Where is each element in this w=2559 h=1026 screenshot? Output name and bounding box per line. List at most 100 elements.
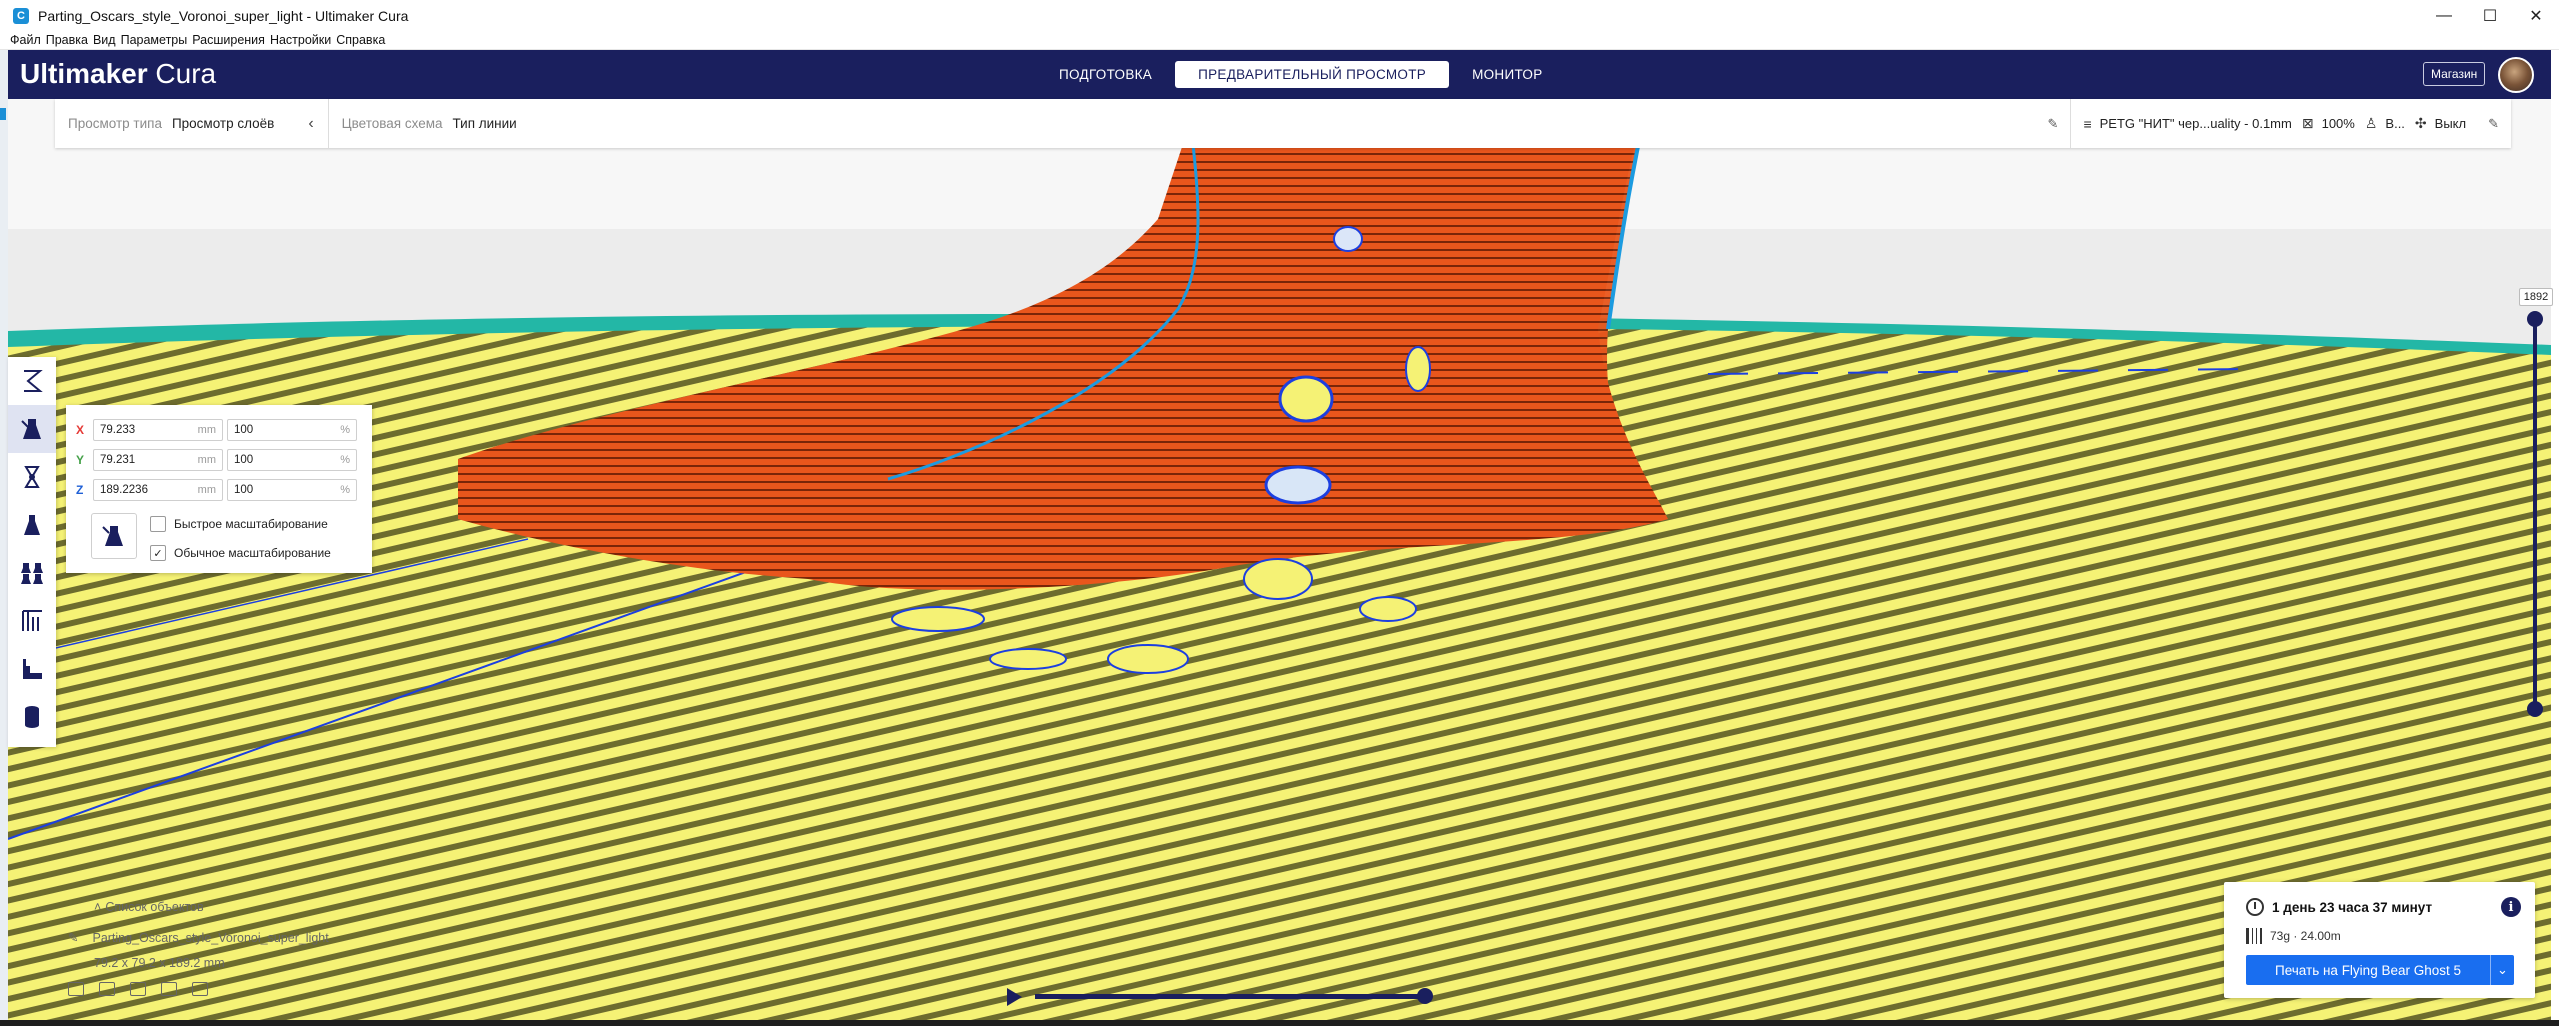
rotate-tool-button[interactable] <box>8 453 56 501</box>
z-size-input[interactable]: 189.2236 mm <box>93 479 223 501</box>
current-layer-field[interactable]: 1892 <box>2519 288 2553 306</box>
scale-row-z: Z 189.2236 mm 100% <box>76 479 357 501</box>
user-avatar[interactable] <box>2498 57 2534 93</box>
title-bar: C Parting_Oscars_style_Voronoi_super_lig… <box>0 0 2559 31</box>
support-value: В... <box>2385 116 2405 131</box>
axis-x-label: X <box>76 423 85 437</box>
snap-scaling-label: Быстрое масштабирование <box>174 517 328 531</box>
mirror-tool-button[interactable] <box>8 501 56 549</box>
cylinder-tool-button[interactable] <box>8 693 56 741</box>
cura-app-icon: C <box>13 7 29 24</box>
minimize-button[interactable]: — <box>2421 0 2467 31</box>
object-dimensions: 79.2 x 79.2 x 189.2 mm <box>94 956 225 970</box>
color-scheme-dropdown[interactable]: Тип линии <box>453 116 517 131</box>
support-icon: ♙ <box>2364 115 2378 131</box>
snap-scaling-option[interactable]: Быстрое масштабирование <box>150 515 328 533</box>
menu-view[interactable]: Вид <box>93 33 116 47</box>
object-name-row[interactable]: ✎ Parting_Oscars_style_Voronoi_super_lig… <box>68 930 329 946</box>
3d-viewport[interactable] <box>8 99 2551 1020</box>
brand-logo: Ultimaker Cura <box>20 58 217 89</box>
chevron-icon: ˄ <box>94 900 102 914</box>
window-title: Parting_Oscars_style_Voronoi_super_light… <box>38 7 409 24</box>
close-button[interactable]: ✕ <box>2513 0 2559 31</box>
scale-row-y: Y 79.231 mm 100% <box>76 449 357 471</box>
tab-monitor[interactable]: МОНИТОР <box>1449 61 1565 88</box>
tab-preview[interactable]: ПРЕДВАРИТЕЛЬНЫЙ ПРОСМОТР <box>1175 61 1450 88</box>
view-front-icon[interactable] <box>99 982 115 996</box>
tool-bar <box>8 357 56 747</box>
info-icon[interactable]: i <box>2501 897 2521 917</box>
pencil-icon[interactable]: ✎ <box>2048 116 2059 132</box>
move-tool-button[interactable] <box>8 357 56 405</box>
app-header: Ultimaker Cura ПОДГОТОВКА ПРЕДВАРИТЕЛЬНЫ… <box>8 50 2551 99</box>
snap-scaling-checkbox[interactable] <box>150 516 166 532</box>
axis-y-label: Y <box>76 453 85 467</box>
print-time: 1 день 23 часа 37 минут <box>2246 898 2432 916</box>
layer-slider-lower-handle[interactable] <box>2527 701 2543 717</box>
chevron-down-icon[interactable]: ⌄ <box>2490 955 2514 985</box>
layer-view-render <box>8 99 2551 1020</box>
taskbar-edge <box>0 1020 2559 1026</box>
z-percent-input[interactable]: 100% <box>227 479 357 501</box>
tab-prepare[interactable]: ПОДГОТОВКА <box>1036 61 1175 88</box>
maximize-button[interactable]: ☐ <box>2467 0 2513 31</box>
per-model-settings-button[interactable] <box>8 549 56 597</box>
menu-edit[interactable]: Правка <box>46 33 88 47</box>
view-right-icon[interactable] <box>192 982 208 996</box>
print-panel: 1 день 23 часа 37 минут i 73g · 24.00m П… <box>2224 882 2535 998</box>
layer-slider-upper-handle[interactable] <box>2527 311 2543 327</box>
scale-model-icon <box>102 526 123 546</box>
lay-flat-icon <box>23 659 42 679</box>
spool-icon <box>2246 928 2262 944</box>
pencil-icon: ✎ <box>68 931 79 945</box>
view-3d-icon[interactable] <box>68 982 84 996</box>
reset-scale-button[interactable] <box>91 513 137 559</box>
lay-flat-button[interactable] <box>8 645 56 693</box>
y-size-input[interactable]: 79.231 mm <box>93 449 223 471</box>
print-settings-summary[interactable]: ✎ ≡ PETG "НИТ" чер...uality - 0.1mm ⊠ 10… <box>2036 99 2511 148</box>
x-size-input[interactable]: 79.233 mm <box>93 419 223 441</box>
profile-icon: ≡ <box>2083 115 2092 132</box>
uniform-scaling-checkbox[interactable]: ✓ <box>150 545 166 561</box>
view-left-icon[interactable] <box>161 982 177 996</box>
cylinder-icon <box>25 706 39 728</box>
path-slider-handle[interactable] <box>1417 988 1433 1004</box>
view-type-dropdown[interactable]: Просмотр слоёв <box>172 116 274 131</box>
divider <box>2070 99 2072 148</box>
play-simulation-button[interactable] <box>1007 988 1022 1006</box>
uniform-scaling-option[interactable]: ✓ Обычное масштабирование <box>150 544 331 562</box>
path-slider-track[interactable] <box>1035 994 1425 999</box>
clock-icon <box>2246 898 2264 916</box>
menu-file[interactable]: Файл <box>10 33 41 47</box>
axis-z-label: Z <box>76 483 84 497</box>
chevron-left-icon[interactable]: ‹ <box>308 115 313 133</box>
per-model-icon <box>21 563 43 584</box>
object-name: Parting_Oscars_style_Voronoi_super_light <box>92 930 329 945</box>
view-top-icon[interactable] <box>130 982 146 996</box>
scale-tool-button[interactable] <box>8 405 56 453</box>
print-button[interactable]: Печать на Flying Bear Ghost 5 ⌄ <box>2246 955 2514 985</box>
window-controls: — ☐ ✕ <box>2421 0 2559 31</box>
menu-preferences[interactable]: Настройки <box>270 33 331 47</box>
move-icon <box>24 370 43 392</box>
object-list-header[interactable]: ˄ Список объектов <box>94 900 204 914</box>
x-percent-input[interactable]: 100% <box>227 419 357 441</box>
infill-value: 100% <box>2321 116 2355 131</box>
menu-settings[interactable]: Параметры <box>121 33 188 47</box>
adhesion-icon: ✣ <box>2414 115 2427 131</box>
divider <box>327 99 329 148</box>
menu-extensions[interactable]: Расширения <box>192 33 265 47</box>
pencil-icon[interactable]: ✎ <box>2488 116 2499 132</box>
support-blocker-button[interactable] <box>8 597 56 645</box>
menu-help[interactable]: Справка <box>336 33 385 47</box>
adhesion-value: Выкл <box>2434 116 2467 131</box>
scale-row-x: X 79.233 mm 100% <box>76 419 357 441</box>
marketplace-button[interactable]: Магазин <box>2423 62 2486 86</box>
view-type-label: Просмотр типа <box>68 116 162 131</box>
color-scheme-label: Цветовая схема <box>341 116 443 131</box>
y-percent-input[interactable]: 100% <box>227 449 357 471</box>
uniform-scaling-label: Обычное масштабирование <box>174 546 331 560</box>
layer-slider-track[interactable] <box>2533 318 2537 710</box>
rotate-icon <box>24 466 40 488</box>
infill-icon: ⊠ <box>2301 115 2314 131</box>
